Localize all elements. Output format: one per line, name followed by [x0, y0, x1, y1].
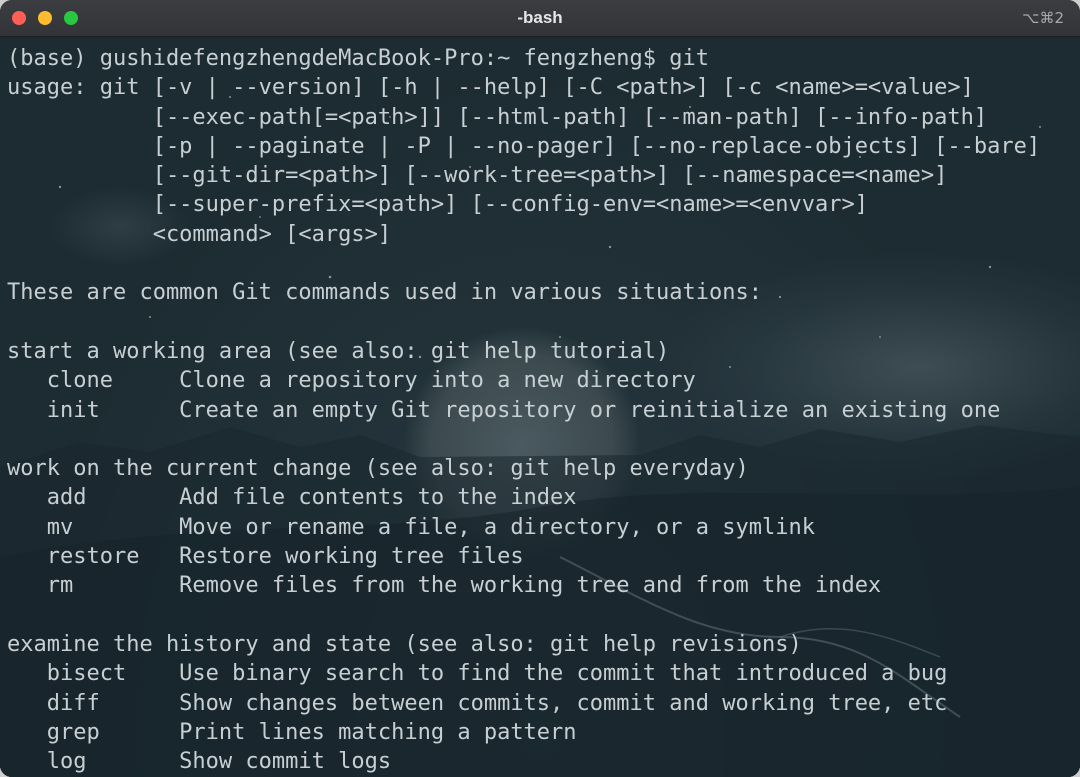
- terminal-line: usage: git [-v | --version] [-h | --help…: [7, 75, 974, 101]
- terminal-line: rm Remove files from the working tree an…: [7, 573, 882, 599]
- terminal-line: work on the current change (see also: gi…: [7, 456, 749, 482]
- terminal-line: <command> [<args>]: [7, 221, 392, 247]
- terminal-line: [--exec-path[=<path>]] [--html-path] [--…: [7, 104, 988, 130]
- terminal-content[interactable]: (base) gushidefengzhengdeMacBook-Pro:~ f…: [0, 37, 1080, 777]
- terminal-line: examine the history and state (see also:…: [7, 631, 802, 657]
- window-shortcut-label: ⌥⌘2: [1022, 9, 1064, 27]
- terminal-line: These are common Git commands used in va…: [7, 280, 762, 306]
- terminal-line: [--super-prefix=<path>] [--config-env=<n…: [7, 192, 868, 218]
- terminal-line: grep Print lines matching a pattern: [7, 719, 577, 745]
- terminal-line: add Add file contents to the index: [7, 485, 577, 511]
- window-title: -bash: [517, 8, 563, 27]
- terminal-line: diff Show changes between commits, commi…: [7, 690, 948, 716]
- terminal-line: mv Move or rename a file, a directory, o…: [7, 514, 815, 540]
- terminal-line: (base) gushidefengzhengdeMacBook-Pro:~ f…: [7, 46, 709, 71]
- terminal-line: [-p | --paginate | -P | --no-pager] [--n…: [7, 133, 1041, 159]
- terminal-line: log Show commit logs: [7, 749, 392, 775]
- terminal-window: -bash ⌥⌘2 (base) gushidefengzhengdeMacBo…: [0, 0, 1080, 777]
- terminal-line: restore Restore working tree files: [7, 544, 524, 570]
- terminal-line: bisect Use binary search to find the com…: [7, 661, 948, 687]
- terminal-line: clone Clone a repository into a new dire…: [7, 368, 696, 394]
- terminal-line: start a working area (see also: git help…: [7, 338, 670, 364]
- title-bar[interactable]: -bash ⌥⌘2: [0, 0, 1080, 37]
- terminal-line: [--git-dir=<path>] [--work-tree=<path>] …: [7, 163, 948, 189]
- terminal-output: (base) gushidefengzhengdeMacBook-Pro:~ f…: [7, 44, 1040, 776]
- terminal-line: init Create an empty Git repository or r…: [7, 397, 1001, 423]
